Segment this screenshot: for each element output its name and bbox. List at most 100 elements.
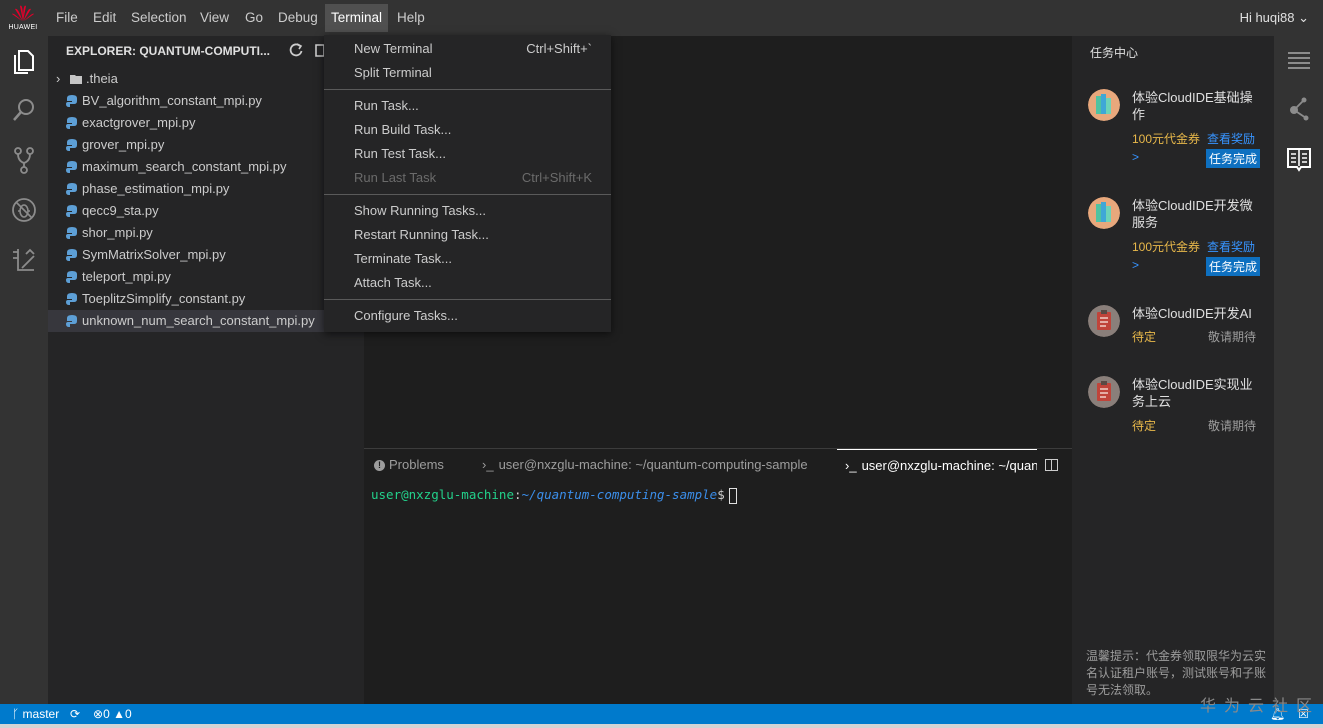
outline-icon[interactable] [1286,48,1312,74]
tab-problems[interactable]: ! Problems [374,449,469,481]
menu-item-label: Run Last Task [354,170,437,185]
file-name: SymMatrixSolver_mpi.py [82,247,226,262]
file-item[interactable]: SymMatrixSolver_mpi.py [48,244,364,266]
source-control-icon[interactable] [10,146,38,174]
error-icon: ⊗ [93,707,104,721]
menu-help[interactable]: Help [397,9,425,27]
menu-item-label: Terminate Task... [354,251,453,266]
terminal-user: user@nxzglu-machine [371,487,514,502]
view-reward-link[interactable]: 查看奖励 [1207,130,1255,147]
file-item[interactable]: maximum_search_constant_mpi.py [48,156,364,178]
menu-item-shortcut: Ctrl+Shift+` [526,41,592,56]
menu-item[interactable]: Split Terminal [324,61,611,85]
python-file-icon [66,95,77,107]
clipboard-icon [1088,305,1120,337]
menu-item[interactable]: Terminate Task... [324,247,611,271]
view-reward-link[interactable]: 查看奖励 [1207,238,1255,255]
terminal-cursor [728,487,737,504]
file-name: exactgrover_mpi.py [82,115,196,130]
info-icon: ! [374,460,385,472]
split-panel-icon[interactable] [1045,459,1058,471]
huawei-logo[interactable]: HUAWEI [6,4,40,34]
menu-item[interactable]: Attach Task... [324,271,611,295]
debug-icon[interactable] [10,196,38,224]
python-file-icon [66,117,77,129]
python-file-icon [66,315,77,327]
menu-item-label: Run Task... [354,98,419,113]
menu-item[interactable]: New Terminal Ctrl+Shift+` [324,37,611,61]
task-pending: 待定 [1132,330,1157,344]
menu-edit[interactable]: Edit [93,9,116,27]
warning-icon: ▲ [113,707,125,721]
task-title: 体验CloudIDE实现业务上云 [1132,377,1253,409]
menu-item[interactable]: Restart Running Task... [324,223,611,247]
right-icon-bar [1274,36,1323,704]
sync-icon[interactable]: ⟳ [70,704,80,724]
file-item[interactable]: phase_estimation_mpi.py [48,178,364,200]
bottom-panel: ! Problems ›_ user@nxzglu-machine: ~/quant… [364,448,1072,704]
file-item[interactable]: grover_mpi.py [48,134,364,156]
task-arrow[interactable]: > [1132,258,1139,272]
menu-item[interactable]: Run Build Task... [324,118,611,142]
terminal-separator: : [514,487,522,502]
terminal-path: ~/quantum-computing-sample [521,487,718,502]
menu-file[interactable]: File [56,9,78,27]
task-title: 体验CloudIDE基础操作 [1132,90,1253,122]
files-icon[interactable] [10,46,38,74]
terminal-prompt[interactable]: user@nxzglu-machine:~/quantum-computing-… [371,487,737,504]
menu-item[interactable]: Run Test Task... [324,142,611,166]
python-file-icon [66,161,77,173]
python-file-icon [66,183,77,195]
menu-separator [324,194,611,195]
menu-terminal[interactable]: Terminal [325,4,389,32]
tab-terminal-2[interactable]: ›_ user@nxzglu-machine: ~/quan [837,449,1037,481]
file-item[interactable]: teleport_mpi.py [48,266,364,288]
books-icon [1088,89,1120,121]
branch-status[interactable]: ᚴ master [12,704,59,724]
file-item[interactable]: qecc9_sta.py [48,200,364,222]
task-done-badge: 任务完成 [1206,257,1261,276]
python-file-icon [66,227,77,239]
menu-item-label: Attach Task... [354,275,432,290]
clipboard-icon [1088,376,1120,408]
menu-item[interactable]: Configure Tasks... [324,304,611,328]
menu-view[interactable]: View [200,9,229,27]
menu-item-label: New Terminal [354,41,433,56]
menu-item[interactable]: Run Task... [324,94,611,118]
menu-item: Run Last Task Ctrl+Shift+K [324,166,611,190]
search-icon[interactable] [10,96,38,124]
menu-bar: HUAWEI File Edit Selection View Go Debug… [0,0,1323,36]
tab-label: user@nxzglu-machine: ~/quan [861,458,1037,473]
folder-theia[interactable]: › .theia [48,68,364,90]
tab-label: user@nxzglu-machine: ~/quantum-computing… [498,457,808,472]
branch-name: master [22,707,60,721]
menu-debug[interactable]: Debug [278,9,318,27]
file-name: teleport_mpi.py [82,269,171,284]
graph-icon[interactable] [1286,96,1312,122]
menu-item-shortcut: Ctrl+Shift+K [521,170,592,185]
user-menu[interactable]: Hi huqi88 ⌄ [1240,10,1309,26]
folder-name: .theia [86,71,118,86]
task-center-panel: 任务中心 体验CloudIDE基础操作 100元代金券 查看奖励 > 任务完成 … [1072,36,1274,704]
file-name: maximum_search_constant_mpi.py [82,159,287,174]
menu-go[interactable]: Go [245,9,263,27]
extensions-icon[interactable] [10,246,38,274]
file-item[interactable]: ToeplitzSimplify_constant.py [48,288,364,310]
tab-terminal-1[interactable]: ›_ user@nxzglu-machine: ~/quantum-computi… [482,449,832,481]
terminal-icon: ›_ [845,458,857,473]
refresh-icon[interactable] [288,42,304,58]
file-item[interactable]: BV_algorithm_constant_mpi.py [48,90,364,112]
task-arrow[interactable]: > [1132,150,1139,164]
task-center-icon[interactable] [1286,146,1312,172]
menu-separator [324,299,611,300]
file-name: unknown_num_search_constant_mpi.py [82,313,315,328]
menu-item-label: Run Test Task... [354,146,447,161]
menu-separator [324,89,611,90]
problems-status[interactable]: ⊗0 ▲0 [93,704,132,724]
file-item[interactable]: unknown_num_search_constant_mpi.py [48,310,364,332]
file-item[interactable]: shor_mpi.py [48,222,364,244]
task-reward: 100元代金券 [1132,240,1201,254]
file-item[interactable]: exactgrover_mpi.py [48,112,364,134]
menu-selection[interactable]: Selection [131,9,187,27]
menu-item[interactable]: Show Running Tasks... [324,199,611,223]
